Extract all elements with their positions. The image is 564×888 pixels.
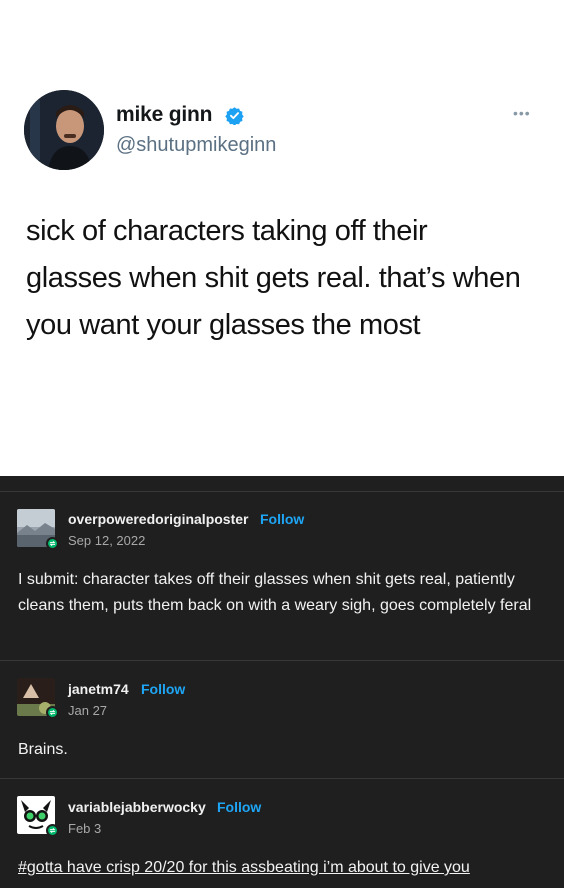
divider bbox=[0, 778, 564, 779]
post-username[interactable]: janetm74 bbox=[68, 681, 129, 697]
verified-badge-icon bbox=[225, 107, 244, 125]
post-username[interactable]: overpoweredoriginalposter bbox=[68, 511, 248, 527]
post-username[interactable]: variablejabberwocky bbox=[68, 799, 206, 815]
author-avatar[interactable] bbox=[24, 90, 104, 170]
reblog-icon bbox=[46, 706, 59, 719]
reblog-thread: overpoweredoriginalposter Follow Sep 12,… bbox=[0, 476, 564, 888]
post-body: I submit: character takes off their glas… bbox=[18, 571, 532, 614]
author-name[interactable]: mike ginn bbox=[116, 103, 212, 127]
divider bbox=[0, 660, 564, 661]
post-date[interactable]: Jan 27 bbox=[68, 703, 107, 718]
follow-button[interactable]: Follow bbox=[141, 681, 185, 697]
post-date[interactable]: Sep 12, 2022 bbox=[68, 533, 145, 548]
author-handle[interactable]: @shutupmikeginn bbox=[116, 134, 276, 157]
post-body: Brains. bbox=[18, 741, 68, 758]
post-tag-link[interactable]: #gotta have crisp 20/20 for this assbeat… bbox=[18, 859, 470, 877]
follow-button[interactable]: Follow bbox=[217, 799, 261, 815]
tweet-text: sick of characters taking off their glas… bbox=[26, 215, 521, 341]
reblog-icon bbox=[46, 537, 59, 550]
follow-button[interactable]: Follow bbox=[260, 511, 304, 527]
divider bbox=[0, 491, 564, 492]
reblog-icon bbox=[46, 824, 59, 837]
post-date[interactable]: Feb 3 bbox=[68, 821, 101, 836]
tweet-card: mike ginn @shutupmikeginn ••• sick of ch… bbox=[0, 0, 564, 476]
ellipsis-icon[interactable]: ••• bbox=[513, 106, 531, 120]
